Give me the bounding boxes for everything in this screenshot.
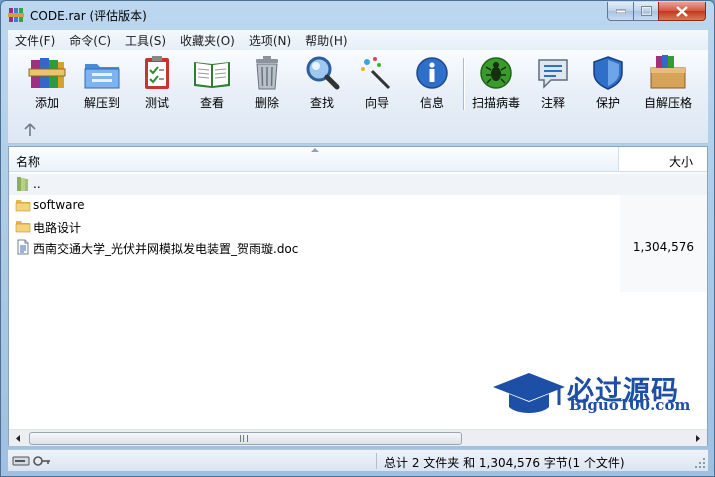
file-name: 电路设计 <box>33 221 82 235</box>
test-button[interactable]: 测试 <box>130 54 184 114</box>
maximize-button[interactable] <box>633 2 659 21</box>
table-row[interactable]: 西南交通大学_光伏并网模拟发电装置_贺雨璇.doc 1,304,576 <box>9 237 707 258</box>
magnifier-icon <box>306 56 340 90</box>
comment-icon <box>538 59 568 89</box>
view-label: 查看 <box>199 96 224 110</box>
virus-scan-label: 扫描病毒 <box>471 96 520 110</box>
protect-label: 保护 <box>595 96 620 110</box>
parent-folder-icon <box>17 177 28 191</box>
menu-bar: 文件(F) 命令(C) 工具(S) 收藏夹(O) 选项(N) 帮助(H) <box>8 30 708 50</box>
add-button[interactable]: 添加 <box>20 54 74 114</box>
scroll-left-icon[interactable] <box>11 432 25 445</box>
close-button[interactable] <box>658 2 706 21</box>
folder-icon <box>15 221 31 233</box>
scroll-right-icon[interactable] <box>691 432 705 445</box>
comment-label: 注释 <box>540 96 565 110</box>
maximize-icon <box>640 6 652 16</box>
trash-icon <box>256 56 278 90</box>
horizontal-scrollbar[interactable] <box>9 429 707 446</box>
list-header: 名称 大小 <box>9 147 707 172</box>
extract-folder-icon <box>84 64 120 89</box>
graduation-cap-icon <box>493 373 565 413</box>
minimize-button[interactable] <box>607 2 634 21</box>
file-name: 西南交通大学_光伏并网模拟发电装置_贺雨璇.doc <box>33 242 299 256</box>
virus-scan-button[interactable]: 扫描病毒 <box>469 54 523 114</box>
column-header-name[interactable]: 名称 <box>9 147 619 171</box>
file-rows: .. software 电路设计 西南交通大学_光伏并网模拟发电装置_贺雨璇.d… <box>9 174 707 258</box>
sfx-box-icon <box>650 55 686 89</box>
menu-file[interactable]: 文件(F) <box>8 32 62 49</box>
delete-label: 删除 <box>254 96 279 110</box>
toolbar-separator <box>463 58 465 110</box>
file-size: 1,304,576 <box>632 240 694 254</box>
info-button[interactable]: 信息 <box>405 54 459 114</box>
menu-options[interactable]: 选项(N) <box>242 32 298 49</box>
file-name: .. <box>33 177 41 191</box>
winrar-window: CODE.rar (评估版本) 文件(F) 命令(C) 工具(S) 收藏夹(O)… <box>0 0 715 477</box>
minimize-icon <box>615 9 626 13</box>
wizard-wand-icon <box>361 57 391 90</box>
watermark-url: Biguo100.com <box>569 396 691 414</box>
find-button[interactable]: 查找 <box>295 54 349 114</box>
status-divider <box>376 453 377 469</box>
column-size-label: 大小 <box>668 155 693 169</box>
column-name-label: 名称 <box>16 155 41 169</box>
winrar-app-icon <box>8 8 24 22</box>
view-button[interactable]: 查看 <box>185 54 239 114</box>
delete-button[interactable]: 删除 <box>240 54 294 114</box>
comment-button[interactable]: 注释 <box>526 54 580 114</box>
resize-grip-icon[interactable] <box>694 457 706 469</box>
add-books-icon <box>28 58 66 88</box>
table-row[interactable]: 电路设计 <box>9 216 707 237</box>
menu-favorites[interactable]: 收藏夹(O) <box>173 32 242 49</box>
scrollbar-thumb[interactable] <box>29 432 462 445</box>
table-row[interactable]: software <box>9 195 707 216</box>
word-document-icon <box>17 239 29 255</box>
shield-icon <box>593 56 623 90</box>
status-summary: 总计 2 文件夹 和 1,304,576 字节(1 个文件) <box>384 456 625 470</box>
sfx-label: 自解压格 <box>643 96 692 110</box>
add-label: 添加 <box>34 96 59 110</box>
virus-scan-icon <box>480 57 512 89</box>
file-name: software <box>33 198 85 212</box>
drive-key-icon[interactable] <box>12 454 52 468</box>
test-clipboard-icon <box>145 56 169 89</box>
find-label: 查找 <box>309 96 334 110</box>
title-bar[interactable]: CODE.rar (评估版本) <box>1 1 714 29</box>
up-arrow-icon[interactable] <box>22 122 38 138</box>
table-row[interactable]: .. <box>9 174 707 195</box>
info-label: 信息 <box>419 96 444 110</box>
grip-icon <box>240 435 248 442</box>
menu-tools[interactable]: 工具(S) <box>118 32 173 49</box>
extract-to-button[interactable]: 解压到 <box>75 54 129 114</box>
wizard-button[interactable]: 向导 <box>350 54 404 114</box>
sort-arrow-icon <box>311 148 319 152</box>
extract-to-label: 解压到 <box>83 96 120 110</box>
folder-icon <box>15 200 31 212</box>
test-label: 测试 <box>144 96 169 110</box>
toolbar: 添加 解压到 测试 查看 删除 查找 向导 信息 扫描病毒 注释 保护 自解压格 <box>8 50 708 144</box>
sfx-button[interactable]: 自解压格 <box>638 54 698 114</box>
protect-button[interactable]: 保护 <box>581 54 635 114</box>
close-icon <box>676 5 688 17</box>
column-header-size[interactable]: 大小 <box>620 147 707 171</box>
info-icon <box>416 57 448 89</box>
view-book-icon <box>194 62 230 88</box>
menu-help[interactable]: 帮助(H) <box>298 32 354 49</box>
menu-commands[interactable]: 命令(C) <box>62 32 118 49</box>
window-title: CODE.rar (评估版本) <box>30 9 147 23</box>
watermark-logo: 必过源码 Biguo100.com <box>489 369 699 419</box>
wizard-label: 向导 <box>364 96 389 110</box>
status-bar: 总计 2 文件夹 和 1,304,576 字节(1 个文件) <box>8 449 708 471</box>
